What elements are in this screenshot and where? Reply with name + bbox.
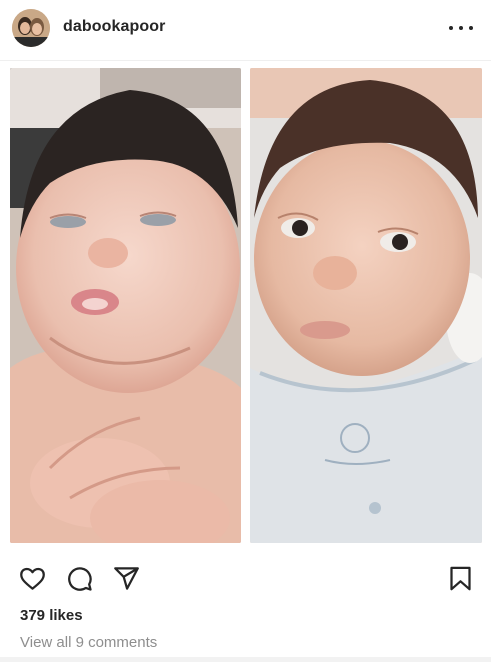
header-divider — [0, 60, 491, 61]
baby-photo-left-image — [10, 68, 241, 543]
bookmark-icon[interactable] — [445, 563, 475, 593]
more-dot — [449, 26, 453, 30]
share-icon-glyph — [113, 566, 139, 590]
paper-plane-icon[interactable] — [111, 563, 141, 593]
post-photo[interactable] — [6, 62, 488, 548]
post-header: dabookapoor — [0, 0, 491, 60]
more-dot — [459, 26, 463, 30]
comment-icon-glyph — [67, 566, 92, 591]
more-dot — [469, 26, 473, 30]
baby-photo-right-image — [250, 68, 482, 543]
post-username[interactable]: dabookapoor — [63, 18, 165, 36]
profile-avatar[interactable] — [12, 9, 50, 47]
baby-photo-right — [250, 68, 482, 543]
bookmark-icon-glyph — [449, 566, 471, 590]
heart-icon-glyph — [19, 567, 45, 590]
instagram-post: dabookapoor 379 likes View all 9 comment… — [0, 0, 491, 662]
heart-icon[interactable] — [17, 563, 47, 593]
bottom-divider — [0, 657, 491, 662]
post-actions — [0, 558, 491, 600]
view-comments-link[interactable]: View all 9 comments — [20, 634, 157, 651]
avatar-image — [12, 9, 50, 47]
more-options-icon[interactable] — [449, 17, 473, 39]
comment-bubble-icon[interactable] — [64, 563, 94, 593]
likes-count[interactable]: 379 likes — [20, 607, 83, 624]
baby-photo-left — [10, 68, 241, 543]
